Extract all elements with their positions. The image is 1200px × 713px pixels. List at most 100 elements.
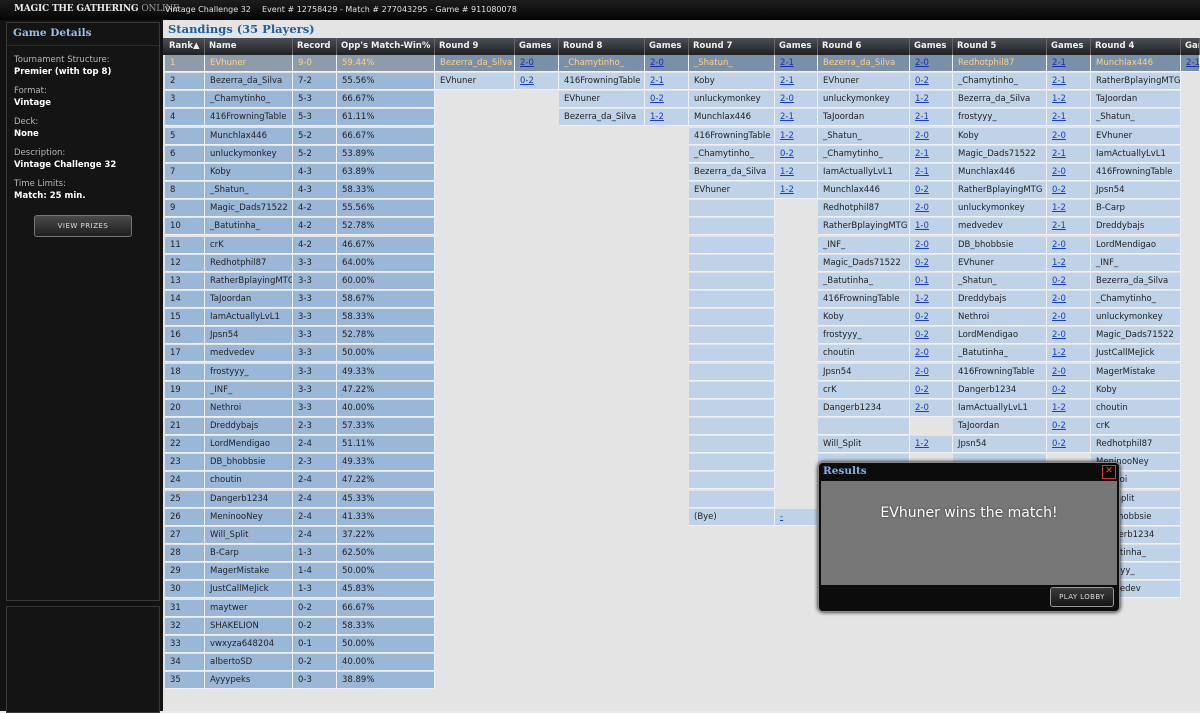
header-opp-match-win[interactable]: Opp's Match-Win% — [337, 38, 435, 55]
r6-games-link[interactable]: 2-0 — [910, 55, 953, 72]
r5-games-link[interactable]: 2-0 — [1047, 309, 1091, 327]
r7-games-link[interactable]: 2-1 — [775, 109, 818, 127]
r8-games-link[interactable]: 2-1 — [645, 73, 689, 91]
r5-games-link[interactable]: 1-2 — [1047, 345, 1091, 363]
table-row[interactable]: 22 LordMendigao 2-4 51.11% Will_Split 1-2 Jpsn… — [163, 436, 1200, 454]
header-record[interactable]: Record — [293, 38, 337, 55]
table-row[interactable]: 15 IamActuallyLvL1 3-3 58.33% Koby 0-2 Nethroi… — [163, 309, 1200, 327]
table-row[interactable]: 2 Bezerra_da_Silva 7-2 55.56% EVhuner 0-2 416F… — [163, 73, 1200, 91]
r6-games-link[interactable]: 1-0 — [910, 218, 953, 236]
r7-games-link[interactable]: 2-1 — [775, 73, 818, 91]
header-round-9[interactable]: Round 9 — [435, 38, 515, 55]
table-row[interactable]: 34 albertoSD 0-2 40.00% — [163, 653, 1200, 672]
table-row[interactable]: 16 Jpsn54 3-3 52.78% frostyyy_ 0-2 LordMendiga… — [163, 327, 1200, 345]
table-row[interactable]: 33 vwxyza648204 0-1 50.00% — [163, 635, 1200, 654]
r6-games-link[interactable]: 0-2 — [910, 309, 953, 327]
r5-games-link[interactable]: 2-0 — [1047, 290, 1091, 308]
header-round-5-games[interactable]: Games — [1047, 38, 1091, 55]
table-row[interactable]: 9 Magic_Dads71522 4-2 55.56% Redhotphil87 2-0… — [163, 200, 1200, 218]
r5-games-link[interactable]: 1-2 — [1047, 399, 1091, 417]
r5-games-link[interactable]: 2-1 — [1047, 55, 1091, 72]
r6-games-link[interactable]: 2-0 — [910, 399, 953, 417]
table-row[interactable]: 18 frostyyy_ 3-3 49.33% Jpsn54 2-0 416Frowning… — [163, 363, 1200, 382]
header-rank[interactable]: Rank▲ — [165, 38, 205, 55]
r6-games-link[interactable]: 2-0 — [910, 236, 953, 254]
r7-games-link[interactable]: 1-2 — [775, 127, 818, 145]
header-round-7[interactable]: Round 7 — [689, 38, 775, 55]
table-row[interactable]: 6 unluckymonkey 5-2 53.89% _Chamytinho_ 0-2 _C… — [163, 145, 1200, 164]
r5-games-link[interactable]: 0-2 — [1047, 418, 1091, 435]
table-row[interactable]: 17 medvedev 3-3 50.00% choutin 2-0 _Batutinha_… — [163, 345, 1200, 363]
table-row[interactable]: 11 crK 4-2 46.67% _INF_ 2-0 DB_bhobbsie 2-0 Lord… — [163, 236, 1200, 255]
header-name[interactable]: Name — [205, 38, 293, 55]
header-round-5[interactable]: Round 5 — [953, 38, 1047, 55]
r5-games-link[interactable]: 2-0 — [1047, 327, 1091, 345]
r6-games-link[interactable]: 2-0 — [910, 363, 953, 381]
r5-games-link[interactable]: 2-0 — [1047, 163, 1091, 181]
r6-games-link[interactable]: 2-1 — [910, 163, 953, 181]
table-row[interactable]: 8 _Shatun_ 4-3 58.33% EVhuner 1-2 Munchlax446 0… — [163, 182, 1200, 200]
r7-games-link[interactable]: 2-1 — [775, 55, 818, 72]
r5-games-link[interactable]: 2-0 — [1047, 127, 1091, 145]
r5-games-link[interactable]: 2-1 — [1047, 109, 1091, 127]
header-round-8[interactable]: Round 8 — [559, 38, 645, 55]
header-round-7-games[interactable]: Games — [775, 38, 818, 55]
play-lobby-button[interactable]: PLAY LOBBY — [1050, 587, 1114, 607]
r5-games-link[interactable]: 0-2 — [1047, 381, 1091, 399]
r4-games-link[interactable]: 2-1 — [1181, 55, 1200, 72]
r5-games-link[interactable]: 0-2 — [1047, 436, 1091, 454]
header-round-4[interactable]: Round 4 — [1091, 38, 1181, 55]
r5-games-link[interactable]: 2-1 — [1047, 145, 1091, 163]
header-round-6[interactable]: Round 6 — [818, 38, 910, 55]
r8-games-link[interactable]: 2-0 — [645, 55, 689, 72]
table-row[interactable]: 19 _INF_ 3-3 47.22% crK 0-2 Dangerb1234 0-2 Koby — [163, 381, 1200, 400]
r5-games-link[interactable]: 2-1 — [1047, 218, 1091, 236]
table-row[interactable]: 1 EVhuner 9-0 59.44% Bezerra_da_Silva 2-0 _Cha… — [163, 55, 1200, 73]
r5-games-link[interactable]: 2-1 — [1047, 73, 1091, 91]
r6-games-link[interactable]: 2-0 — [910, 200, 953, 218]
r6-games-link[interactable]: 2-0 — [910, 127, 953, 145]
table-row[interactable]: 35 Ayyypeks 0-3 38.89% — [163, 672, 1200, 690]
r6-games-link[interactable]: 2-0 — [910, 345, 953, 363]
header-round-8-games[interactable]: Games — [645, 38, 689, 55]
table-row[interactable]: 10 _Batutinha_ 4-2 52.78% RatherBplayingMTG 1… — [163, 218, 1200, 236]
r5-games-link[interactable]: 0-2 — [1047, 182, 1091, 200]
table-row[interactable]: 20 Nethroi 3-3 40.00% Dangerb1234 2-0 IamActua… — [163, 399, 1200, 418]
r7-games-link[interactable]: - — [775, 508, 818, 526]
r9-games-link[interactable]: 2-0 — [515, 55, 559, 72]
r5-games-link[interactable]: 2-0 — [1047, 363, 1091, 381]
r6-games-link[interactable]: 2-1 — [910, 145, 953, 163]
r8-games-link[interactable]: 1-2 — [645, 109, 689, 127]
table-row[interactable]: 32 SHAKELION 0-2 58.33% — [163, 617, 1200, 636]
table-row[interactable]: 12 Redhotphil87 3-3 64.00% Magic_Dads71522 0-… — [163, 254, 1200, 273]
table-row[interactable]: 21 Dreddybajs 2-3 57.33% TaJoordan 0-2 crK — [163, 418, 1200, 436]
r5-games-link[interactable]: 1-2 — [1047, 254, 1091, 272]
r6-games-link[interactable]: 1-2 — [910, 290, 953, 308]
r6-games-link[interactable]: 0-2 — [910, 381, 953, 399]
r6-games-link[interactable]: 0-2 — [910, 182, 953, 200]
r7-games-link[interactable]: 0-2 — [775, 145, 818, 163]
r6-games-link[interactable]: 0-1 — [910, 272, 953, 290]
r5-games-link[interactable]: 1-2 — [1047, 91, 1091, 109]
r8-games-link[interactable]: 0-2 — [645, 91, 689, 109]
table-row[interactable]: 4 416FrowningTable 5-3 61.11% Bezerra_da_Sil… — [163, 109, 1200, 127]
r9-games-link[interactable]: 0-2 — [515, 73, 559, 91]
r5-games-link[interactable]: 0-2 — [1047, 272, 1091, 290]
header-round-4-games[interactable]: Games — [1181, 38, 1200, 55]
table-row[interactable]: 13 RatherBplayingMTG 3-3 60.00% _Batutinha_ 0… — [163, 272, 1200, 291]
r6-games-link[interactable]: 1-2 — [910, 91, 953, 109]
r7-games-link[interactable]: 2-0 — [775, 91, 818, 109]
close-icon[interactable]: ✕ — [1102, 465, 1116, 479]
table-row[interactable]: 5 Munchlax446 5-2 66.67% 416FrowningTable 1-2… — [163, 127, 1200, 146]
r7-games-link[interactable]: 1-2 — [775, 182, 818, 200]
header-round-9-games[interactable]: Games — [515, 38, 559, 55]
table-row[interactable]: 7 Koby 4-3 63.89% Bezerra_da_Silva 1-2 IamActu… — [163, 163, 1200, 182]
r6-games-link[interactable]: 0-2 — [910, 254, 953, 272]
r6-games-link[interactable]: 0-2 — [910, 73, 953, 91]
table-row[interactable]: 14 TaJoordan 3-3 58.67% 416FrowningTable 1-2 D… — [163, 290, 1200, 309]
r6-games-link[interactable]: 1-2 — [910, 436, 953, 454]
r5-games-link[interactable]: 1-2 — [1047, 200, 1091, 218]
header-round-6-games[interactable]: Games — [910, 38, 953, 55]
r5-games-link[interactable]: 2-0 — [1047, 236, 1091, 254]
r6-games-link[interactable]: 2-1 — [910, 109, 953, 127]
